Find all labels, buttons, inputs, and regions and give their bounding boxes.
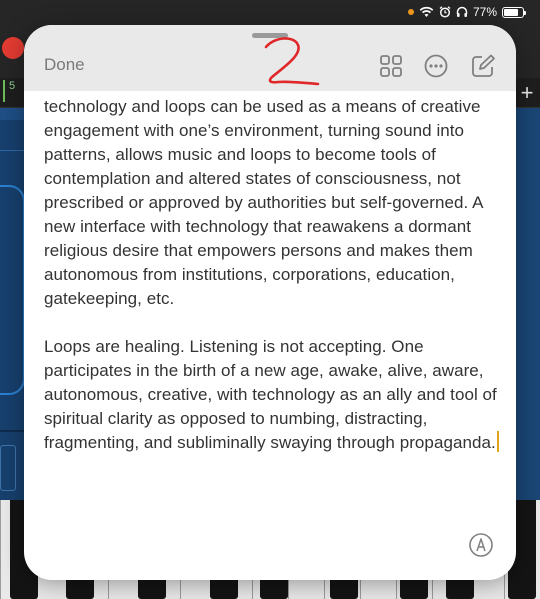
drag-handle[interactable] bbox=[252, 33, 288, 38]
white-key-divider bbox=[0, 500, 1, 599]
wifi-icon bbox=[419, 6, 434, 17]
note-paragraph[interactable]: technology and loops can be used as a me… bbox=[44, 95, 500, 311]
add-track-button[interactable]: + bbox=[516, 82, 538, 104]
text-cursor bbox=[496, 431, 499, 452]
note-header: Done bbox=[24, 25, 516, 91]
status-bar: 77% bbox=[407, 4, 526, 20]
battery-icon bbox=[502, 6, 526, 18]
battery-level-fill bbox=[504, 8, 518, 16]
instrument-control bbox=[0, 185, 25, 395]
alarm-icon bbox=[439, 6, 451, 18]
battery-percent: 77% bbox=[472, 5, 497, 19]
track-number: 5 bbox=[3, 80, 23, 102]
more-options-icon[interactable] bbox=[423, 53, 449, 79]
note-paragraph[interactable]: Loops are healing. Listening is not acce… bbox=[44, 335, 500, 455]
instrument-button bbox=[0, 445, 16, 491]
scroll-strip bbox=[516, 108, 540, 500]
note-body[interactable]: technology and loops can be used as a me… bbox=[44, 95, 500, 515]
markup-pen-icon[interactable] bbox=[468, 532, 494, 558]
orange-indicator-dot bbox=[407, 9, 414, 15]
done-button[interactable]: Done bbox=[44, 55, 85, 75]
record-button[interactable] bbox=[2, 37, 24, 59]
headphones-icon bbox=[456, 6, 468, 17]
compose-icon[interactable] bbox=[470, 53, 496, 79]
handwritten-annotation-2 bbox=[264, 37, 320, 86]
note-paragraph-text[interactable]: Loops are healing. Listening is not acce… bbox=[44, 337, 497, 452]
quick-note-sheet: Done technology and loops can be used as… bbox=[24, 25, 516, 580]
gallery-grid-icon[interactable] bbox=[378, 53, 404, 79]
